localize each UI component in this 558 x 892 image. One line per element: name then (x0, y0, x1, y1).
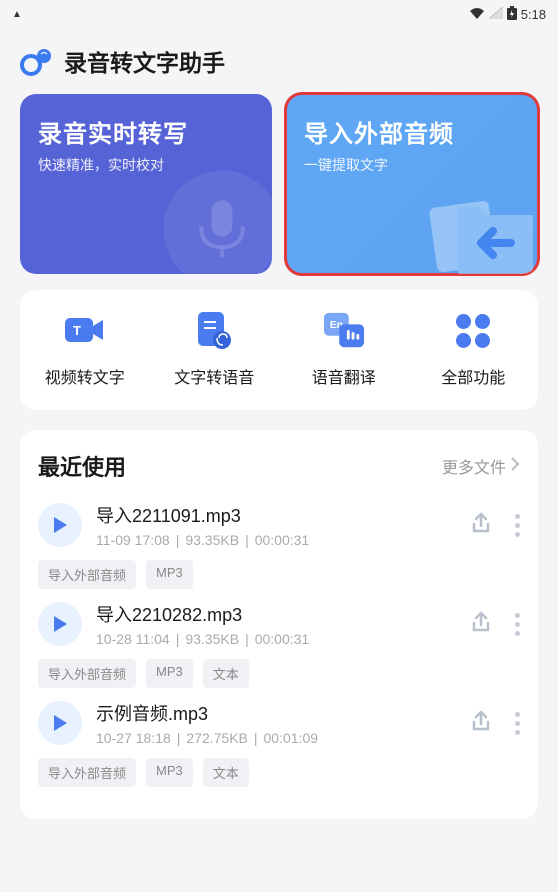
file-item[interactable]: 导入2210282.mp3 10-28 11:04|93.35KB|00:00:… (38, 601, 520, 688)
file-tag: MP3 (146, 560, 193, 589)
microphone-icon (157, 164, 272, 274)
battery-icon (507, 6, 517, 23)
feature-video-text[interactable]: T 视频转文字 (20, 312, 150, 388)
file-tags: 导入外部音频 MP3 文本 (38, 659, 520, 688)
play-button[interactable] (38, 701, 82, 745)
file-name: 示例音频.mp3 (96, 700, 455, 726)
features-row: T 视频转文字 文字转语音 En 语音翻译 全部功能 (20, 290, 538, 410)
file-tag: MP3 (146, 758, 193, 787)
voice-translate-icon: En (324, 312, 364, 350)
feature-label: 全部功能 (441, 364, 505, 388)
feature-all[interactable]: 全部功能 (409, 312, 539, 388)
share-button[interactable] (469, 709, 493, 738)
file-name: 导入2211091.mp3 (96, 502, 455, 528)
more-files-label: 更多文件 (442, 454, 506, 478)
status-bar: ▲ 5:18 (0, 0, 558, 28)
folder-import-icon (423, 189, 538, 274)
wifi-icon (469, 7, 485, 22)
play-button[interactable] (38, 503, 82, 547)
signal-icon (489, 7, 503, 22)
file-meta: 10-28 11:04|93.35KB|00:00:31 (96, 631, 455, 647)
share-button[interactable] (469, 610, 493, 639)
file-tag: 导入外部音频 (38, 560, 136, 589)
import-audio-card[interactable]: 导入外部音频 一键提取文字 (286, 94, 538, 274)
video-text-icon: T (65, 312, 105, 350)
file-name: 导入2210282.mp3 (96, 601, 455, 627)
play-icon (52, 516, 68, 534)
file-item[interactable]: 示例音频.mp3 10-27 18:18|272.75KB|00:01:09 导… (38, 700, 520, 787)
feature-label: 文字转语音 (174, 364, 254, 388)
file-tag: 文本 (203, 659, 249, 688)
recent-section: 最近使用 更多文件 导入2211091.mp3 11-09 17:08|93.3… (20, 430, 538, 819)
text-speech-icon (194, 312, 234, 350)
file-tags: 导入外部音频 MP3 (38, 560, 520, 589)
play-icon (52, 615, 68, 633)
play-icon (52, 714, 68, 732)
share-button[interactable] (469, 511, 493, 540)
status-indicator: ▲ (12, 9, 22, 20)
feature-text-speech[interactable]: 文字转语音 (150, 312, 280, 388)
play-button[interactable] (38, 602, 82, 646)
file-tag: 导入外部音频 (38, 659, 136, 688)
more-options-button[interactable] (515, 613, 520, 636)
more-files-link[interactable]: 更多文件 (442, 454, 520, 478)
all-features-icon (453, 312, 493, 350)
feature-label: 视频转文字 (45, 364, 125, 388)
file-tag: 导入外部音频 (38, 758, 136, 787)
card-title: 录音实时转写 (38, 114, 254, 149)
recent-title: 最近使用 (38, 450, 126, 482)
svg-text:T: T (73, 323, 81, 338)
more-options-button[interactable] (515, 514, 520, 537)
app-title: 录音转文字助手 (64, 44, 225, 78)
more-options-button[interactable] (515, 712, 520, 735)
realtime-transcribe-card[interactable]: 录音实时转写 快速精准，实时校对 (20, 94, 272, 274)
file-tag: MP3 (146, 659, 193, 688)
app-logo-icon (20, 44, 54, 78)
feature-label: 语音翻译 (312, 364, 376, 388)
card-title: 导入外部音频 (304, 114, 520, 149)
file-item[interactable]: 导入2211091.mp3 11-09 17:08|93.35KB|00:00:… (38, 502, 520, 589)
file-meta: 10-27 18:18|272.75KB|00:01:09 (96, 730, 455, 746)
app-header: 录音转文字助手 (0, 28, 558, 90)
status-time: 5:18 (521, 7, 546, 22)
file-meta: 11-09 17:08|93.35KB|00:00:31 (96, 532, 455, 548)
file-tags: 导入外部音频 MP3 文本 (38, 758, 520, 787)
card-subtitle: 一键提取文字 (304, 155, 520, 175)
file-tag: 文本 (203, 758, 249, 787)
feature-voice-translate[interactable]: En 语音翻译 (279, 312, 409, 388)
chevron-right-icon (510, 456, 520, 477)
